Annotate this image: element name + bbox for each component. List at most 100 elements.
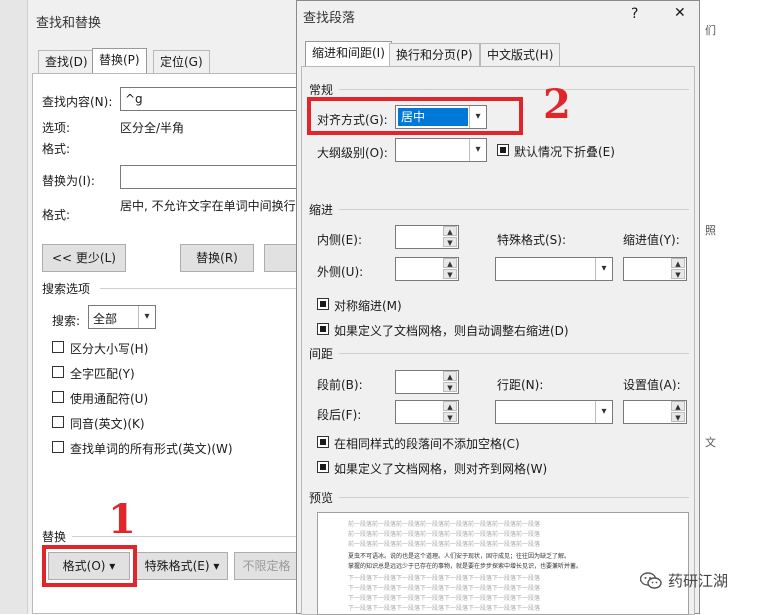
replace-format-label: 格式: bbox=[42, 208, 71, 222]
outside-indent-spinner[interactable]: ▲ ▼ bbox=[395, 257, 459, 281]
checkbox-box[interactable] bbox=[317, 323, 329, 335]
replace-all-button[interactable] bbox=[264, 244, 298, 272]
indent-by-label: 缩进值(Y): bbox=[623, 233, 680, 247]
tab-goto[interactable]: 定位(G) bbox=[153, 50, 210, 74]
spin-up-icon[interactable]: ▲ bbox=[443, 258, 457, 268]
checkbox-box[interactable] bbox=[497, 144, 509, 156]
replace-button[interactable]: 替换(R) bbox=[180, 244, 254, 272]
inside-indent-label: 内侧(E): bbox=[317, 233, 362, 247]
checkbox-label: 区分大小写(H) bbox=[70, 342, 149, 356]
search-options-title: 搜索选项 bbox=[42, 282, 91, 296]
spacing-before-spinner[interactable]: ▲ ▼ bbox=[395, 370, 459, 394]
search-direction-label: 搜索: bbox=[52, 314, 81, 328]
preview-current-paragraph: 夏虫不可语冰。说的也是这个道理。人们安于现状，固守成见；往往因为缺乏了解。 bbox=[348, 553, 571, 560]
preview-section-title: 预览 bbox=[309, 491, 334, 505]
chevron-down-icon[interactable]: ▾ bbox=[595, 401, 612, 423]
line-spacing-label: 行距(N): bbox=[497, 378, 544, 392]
inside-indent-spinner[interactable]: ▲ ▼ bbox=[395, 225, 459, 249]
doc-text-snippet: 们 bbox=[705, 24, 716, 37]
line-spacing-value-label: 设置值(A): bbox=[623, 378, 681, 392]
spin-down-icon[interactable]: ▼ bbox=[671, 412, 685, 422]
spin-down-icon[interactable]: ▼ bbox=[443, 382, 457, 392]
checkbox-label: 同音(英文)(K) bbox=[70, 417, 145, 431]
special-indent-label: 特殊格式(S): bbox=[497, 233, 567, 247]
checkbox-label: 如果定义了文档网格，则对齐到网格(W) bbox=[334, 462, 548, 476]
spin-up-icon[interactable]: ▲ bbox=[443, 371, 457, 381]
spin-up-icon[interactable]: ▲ bbox=[671, 258, 685, 268]
spin-down-icon[interactable]: ▼ bbox=[443, 412, 457, 422]
paragraph-preview: 前一段落前一段落前一段落前一段落前一段落前一段落前一段落前一段落 前一段落前一段… bbox=[317, 512, 689, 615]
preview-next-paragraph: 下一段落下一段落下一段落下一段落下一段落下一段落下一段落下一段落 bbox=[348, 585, 541, 592]
doc-text-snippet: 文 bbox=[705, 436, 716, 449]
spin-up-icon[interactable]: ▲ bbox=[443, 226, 457, 236]
outside-indent-label: 外侧(U): bbox=[317, 265, 364, 279]
annotation-number-2: 2 bbox=[543, 81, 571, 128]
preview-prev-paragraph: 前一段落前一段落前一段落前一段落前一段落前一段落前一段落前一段落 bbox=[348, 541, 541, 548]
spacing-section-title: 间距 bbox=[309, 347, 334, 361]
tab-replace[interactable]: 替换(P) bbox=[92, 48, 147, 74]
indent-by-spinner[interactable]: ▲ ▼ bbox=[623, 257, 687, 281]
less-button[interactable]: << 更少(L) bbox=[42, 244, 126, 272]
outline-level-label: 大纲级别(O): bbox=[317, 146, 388, 160]
spin-up-icon[interactable]: ▲ bbox=[671, 401, 685, 411]
replace-section-title: 替换 bbox=[42, 530, 67, 544]
watermark-text: 药研江湖 bbox=[668, 572, 729, 590]
paragraph-dialog-title: 查找段落 bbox=[303, 11, 356, 26]
find-format-label: 格式: bbox=[42, 142, 71, 156]
doc-text-snippet: 照 bbox=[705, 224, 716, 237]
tab-asian-typography[interactable]: 中文版式(H) bbox=[480, 43, 561, 67]
checkbox-label: 对称缩进(M) bbox=[334, 299, 402, 313]
replace-with-input[interactable] bbox=[120, 165, 300, 189]
annotation-box-format bbox=[42, 545, 137, 587]
tab-indents-spacing[interactable]: 缩进和间距(I) bbox=[305, 41, 392, 67]
close-icon[interactable]: ✕ bbox=[674, 5, 686, 21]
search-direction-value: 全部 bbox=[93, 312, 118, 326]
options-label: 选项: bbox=[42, 121, 71, 135]
checkbox-box[interactable] bbox=[52, 416, 64, 428]
section-divider bbox=[72, 536, 298, 537]
spacing-after-label: 段后(F): bbox=[317, 408, 362, 422]
chevron-down-icon[interactable]: ▾ bbox=[595, 258, 612, 280]
section-divider bbox=[339, 209, 689, 210]
spacing-before-label: 段前(B): bbox=[317, 378, 363, 392]
annotation-box-alignment bbox=[307, 97, 523, 135]
help-icon[interactable]: ? bbox=[631, 6, 638, 22]
checkbox-box[interactable] bbox=[52, 441, 64, 453]
find-what-input[interactable]: ^g bbox=[120, 87, 300, 111]
checkbox-label: 如果定义了文档网格，则自动调整右缩进(D) bbox=[334, 324, 569, 338]
spin-up-icon[interactable]: ▲ bbox=[443, 401, 457, 411]
spin-down-icon[interactable]: ▼ bbox=[671, 269, 685, 279]
checkbox-box[interactable] bbox=[317, 461, 329, 473]
spin-down-icon[interactable]: ▼ bbox=[443, 237, 457, 247]
spacing-after-spinner[interactable]: ▲ ▼ bbox=[395, 400, 459, 424]
special-indent-select[interactable]: ▾ bbox=[495, 257, 613, 281]
line-spacing-value-spinner[interactable]: ▲ ▼ bbox=[623, 400, 687, 424]
checkbox-box[interactable] bbox=[317, 436, 329, 448]
find-paragraph-dialog: 查找段落 ? ✕ 缩进和间距(I) 换行和分页(P) 中文版式(H) 常规 对齐… bbox=[296, 0, 700, 615]
find-what-label: 查找内容(N): bbox=[42, 95, 113, 109]
find-replace-dialog: 查找和替换 查找(D) 替换(P) 定位(G) 查找内容(N): ^g 选项: … bbox=[0, 0, 300, 614]
checkbox-box[interactable] bbox=[317, 298, 329, 310]
document-background: 们 照 文 bbox=[700, 0, 780, 614]
no-formatting-button[interactable]: 不限定格 bbox=[234, 552, 298, 580]
chevron-down-icon[interactable]: ▾ bbox=[469, 139, 486, 161]
tab-line-page-breaks[interactable]: 换行和分页(P) bbox=[389, 43, 480, 67]
section-divider bbox=[339, 497, 689, 498]
checkbox-box[interactable] bbox=[52, 366, 64, 378]
checkbox-box[interactable] bbox=[52, 341, 64, 353]
checkbox-box[interactable] bbox=[52, 391, 64, 403]
preview-prev-paragraph: 前一段落前一段落前一段落前一段落前一段落前一段落前一段落前一段落 bbox=[348, 531, 541, 538]
spin-down-icon[interactable]: ▼ bbox=[443, 269, 457, 279]
special-format-button[interactable]: 特殊格式(E) ▾ bbox=[136, 552, 228, 580]
preview-prev-paragraph: 前一段落前一段落前一段落前一段落前一段落前一段落前一段落前一段落 bbox=[348, 521, 541, 528]
tab-find[interactable]: 查找(D) bbox=[38, 50, 95, 74]
dialog-left-edge bbox=[0, 0, 28, 614]
preview-next-paragraph: 下一段落下一段落下一段落下一段落下一段落下一段落下一段落下一段落 bbox=[348, 595, 541, 602]
checkbox-label: 查找单词的所有形式(英文)(W) bbox=[70, 442, 233, 456]
line-spacing-select[interactable]: ▾ bbox=[495, 400, 613, 424]
search-direction-select[interactable]: 全部 ▾ bbox=[88, 305, 156, 329]
chevron-down-icon[interactable]: ▾ bbox=[138, 306, 155, 328]
section-divider bbox=[339, 89, 689, 90]
preview-next-paragraph: 下一段落下一段落下一段落下一段落下一段落下一段落下一段落下一段落 bbox=[348, 605, 541, 612]
outline-level-select[interactable]: ▾ bbox=[395, 138, 487, 162]
